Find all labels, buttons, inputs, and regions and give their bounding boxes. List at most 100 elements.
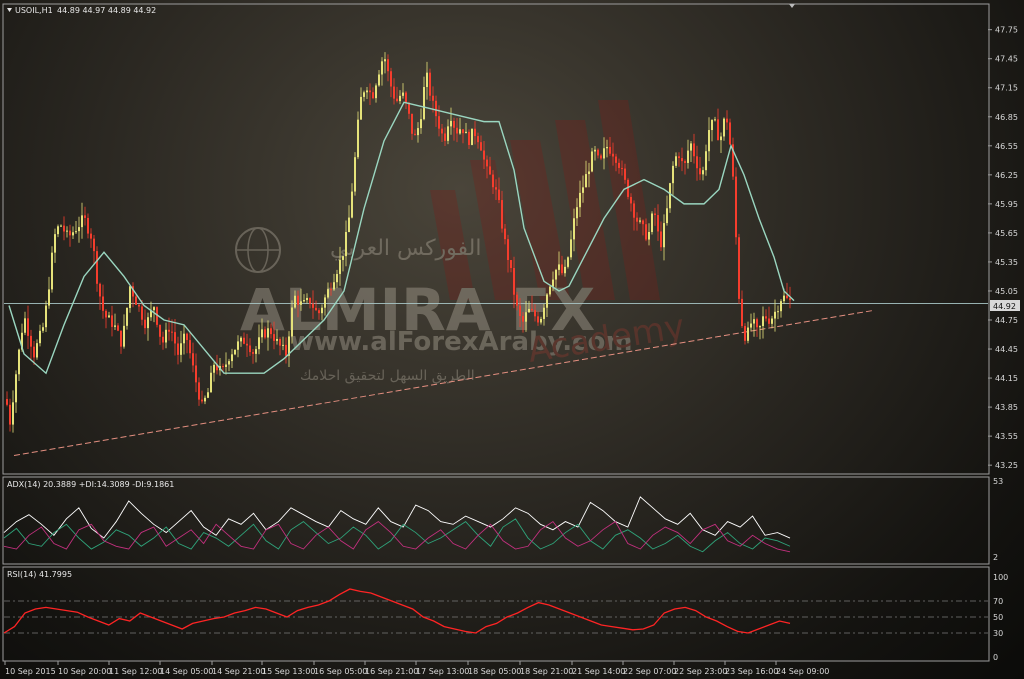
candle xyxy=(765,316,767,319)
candle xyxy=(339,259,341,274)
chart-shift-marker-icon[interactable] xyxy=(789,4,795,8)
candle xyxy=(201,399,203,402)
candle xyxy=(639,220,641,222)
candle xyxy=(576,207,578,219)
candle xyxy=(147,317,149,329)
candle xyxy=(93,238,95,252)
watermark-tagline: الطريق السهل لتحقيق احلامك xyxy=(300,368,475,384)
candle xyxy=(315,307,317,311)
candle xyxy=(177,343,179,355)
candle xyxy=(78,227,80,232)
adx-label: ADX(14) 20.3889 +DI:14.3089 -DI:9.1861 xyxy=(7,480,174,489)
candle xyxy=(69,230,71,236)
candle xyxy=(345,231,347,257)
candle xyxy=(195,365,197,383)
candle xyxy=(390,71,392,87)
time-tick-label: 10 Sep 20:00 xyxy=(58,667,111,676)
candle xyxy=(462,129,464,134)
candle xyxy=(153,307,155,311)
adx-panel xyxy=(2,476,990,565)
candle xyxy=(675,156,677,166)
candle xyxy=(234,349,236,355)
time-tick-label: 23 Sep 16:00 xyxy=(725,667,778,676)
candle xyxy=(441,128,443,134)
candle xyxy=(489,166,491,175)
candle xyxy=(474,128,476,137)
candle xyxy=(609,146,611,154)
candle xyxy=(105,310,107,318)
candle xyxy=(372,92,374,99)
candle xyxy=(417,128,419,136)
candle xyxy=(582,187,584,193)
candle xyxy=(135,296,137,305)
candle xyxy=(789,298,791,301)
globe-logo-icon xyxy=(235,227,281,273)
chart-canvas: ALMIRA FX www.alForexAraby.com Academy ا… xyxy=(2,3,1020,676)
candle xyxy=(294,295,296,308)
candle xyxy=(48,289,50,306)
price-tick-label: 47.45 xyxy=(995,55,1018,64)
candle xyxy=(207,392,209,398)
current-price-label: 44.92 xyxy=(993,302,1016,311)
candle xyxy=(681,158,683,162)
candle xyxy=(297,295,299,305)
candle xyxy=(6,399,8,405)
candle xyxy=(270,328,272,335)
candle xyxy=(552,279,554,287)
candle xyxy=(114,325,116,327)
candle xyxy=(108,315,110,318)
candle xyxy=(645,224,647,240)
candle xyxy=(426,72,428,88)
candle xyxy=(66,230,68,232)
rsi-tick-label: 30 xyxy=(993,629,1003,638)
candle xyxy=(741,298,743,327)
candle xyxy=(312,303,314,308)
candle xyxy=(705,151,707,171)
candle xyxy=(228,361,230,365)
time-tick-label: 11 Sep 12:00 xyxy=(109,667,162,676)
candle xyxy=(51,252,53,290)
candle xyxy=(756,319,758,328)
time-tick-label: 18 Sep 05:00 xyxy=(468,667,521,676)
candle xyxy=(465,131,467,134)
watermark: ALMIRA FX www.alForexAraby.com Academy ا… xyxy=(235,100,687,384)
candle xyxy=(264,329,266,338)
candle xyxy=(165,329,167,343)
candle xyxy=(63,225,65,232)
candle xyxy=(117,325,119,331)
rsi-tick-label: 50 xyxy=(993,613,1003,622)
candle xyxy=(444,133,446,141)
candle xyxy=(39,330,41,344)
adx-series-2 xyxy=(3,520,791,553)
candle xyxy=(375,85,377,99)
candle xyxy=(393,86,395,99)
candle xyxy=(54,234,56,253)
candle xyxy=(327,289,329,298)
candle xyxy=(558,264,560,270)
time-tick-label: 14 Sep 21:00 xyxy=(212,667,265,676)
candle xyxy=(540,318,542,323)
candle xyxy=(495,187,497,190)
candle xyxy=(180,343,182,355)
rsi-label: RSI(14) 41.7995 xyxy=(7,570,72,579)
symbol-dropdown-icon[interactable] xyxy=(7,8,12,12)
price-tick-label: 45.65 xyxy=(995,229,1018,238)
candle xyxy=(102,296,104,311)
candle xyxy=(45,305,47,328)
candle xyxy=(36,343,38,358)
candle xyxy=(402,92,404,96)
candle xyxy=(30,335,32,347)
price-tick-label: 46.85 xyxy=(995,113,1018,122)
price-tick-label: 45.35 xyxy=(995,258,1018,267)
candle xyxy=(693,143,695,157)
candle xyxy=(162,336,164,343)
candle xyxy=(570,239,572,258)
candle xyxy=(435,100,437,117)
candle xyxy=(174,332,176,344)
time-tick-label: 22 Sep 07:00 xyxy=(623,667,676,676)
candle xyxy=(477,136,479,143)
candle xyxy=(453,120,455,128)
candle xyxy=(258,337,260,350)
candle xyxy=(321,307,323,314)
candle xyxy=(357,119,359,158)
